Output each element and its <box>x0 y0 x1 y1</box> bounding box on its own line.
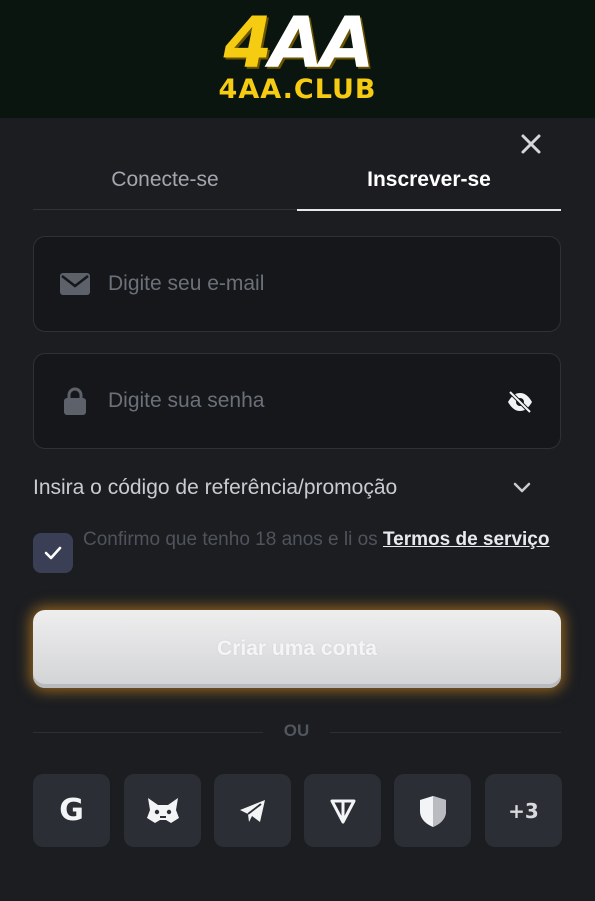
promo-code-toggle[interactable]: Insira o código de referência/promoção <box>33 470 561 506</box>
divider-right <box>330 732 561 733</box>
shield-icon <box>419 795 446 827</box>
promo-code-label: Insira o código de referência/promoção <box>33 476 398 499</box>
password-input[interactable] <box>108 389 468 413</box>
terms-link[interactable]: Termos de serviço <box>383 529 550 550</box>
google-login-button[interactable]: G <box>33 774 110 847</box>
telegram-login-button[interactable] <box>214 774 291 847</box>
terms-text: Confirmo que tenho 18 anos e li os Termo… <box>83 525 553 555</box>
email-input[interactable] <box>108 272 468 296</box>
create-account-button[interactable]: Criar uma conta <box>33 610 561 688</box>
ton-login-button[interactable] <box>304 774 381 847</box>
eye-off-icon[interactable] <box>504 387 536 417</box>
brand-logo[interactable]: 4AA 4AA.CLUB <box>0 6 595 104</box>
ton-icon <box>330 799 355 823</box>
more-login-options-button[interactable]: +3 <box>485 774 562 847</box>
auth-tabs: Conecte-se Inscrever-se <box>33 150 561 211</box>
divider-text: OU <box>283 721 310 740</box>
shield-login-button[interactable] <box>394 774 471 847</box>
terms-prefix: Confirmo que tenho 18 anos e li os <box>83 529 383 550</box>
tab-signup[interactable]: Inscrever-se <box>297 150 561 211</box>
google-icon: G <box>59 793 84 828</box>
tab-login[interactable]: Conecte-se <box>33 150 297 210</box>
logo-wordmark: 4AA <box>223 2 374 84</box>
chevron-down-icon <box>513 482 531 493</box>
terms-checkbox[interactable] <box>33 533 73 573</box>
metamask-icon <box>146 797 179 823</box>
telegram-icon <box>239 799 265 822</box>
mail-icon <box>60 269 90 299</box>
divider-left <box>33 732 263 733</box>
email-field[interactable] <box>33 236 561 332</box>
password-field[interactable] <box>33 353 561 449</box>
checkmark-icon <box>44 546 62 560</box>
metamask-login-button[interactable] <box>124 774 201 847</box>
more-count: +3 <box>508 798 539 823</box>
header-bar: 4AA 4AA.CLUB <box>0 0 595 118</box>
logo-subtitle: 4AA.CLUB <box>218 74 377 105</box>
lock-icon <box>60 386 90 416</box>
